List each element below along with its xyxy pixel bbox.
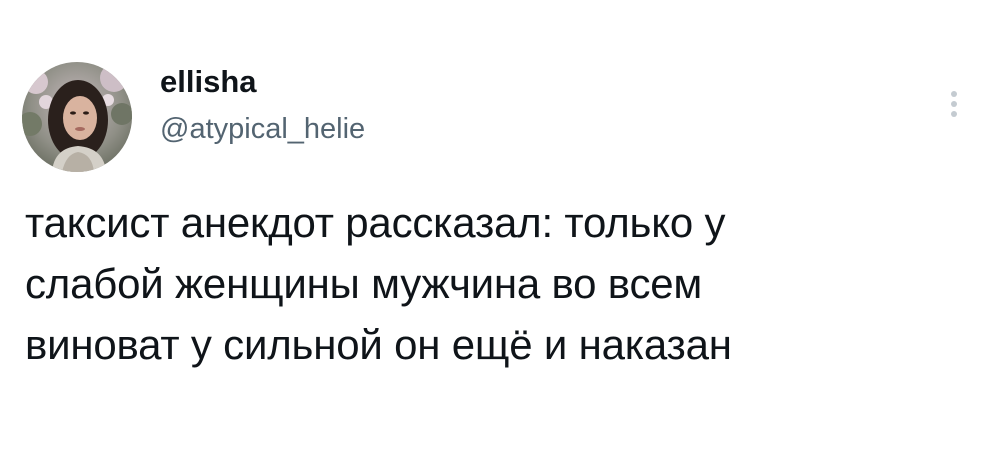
tweet-text: таксист анекдот рассказал: только у слаб… bbox=[25, 199, 732, 368]
tweet: ellisha @atypical_helie таксист анекдот … bbox=[0, 0, 1005, 475]
avatar[interactable] bbox=[22, 62, 132, 172]
display-name[interactable]: ellisha bbox=[160, 62, 257, 102]
avatar-photo-icon bbox=[22, 62, 132, 172]
user-handle[interactable]: @atypical_helie bbox=[160, 110, 365, 148]
more-vertical-icon bbox=[951, 91, 957, 117]
more-options-button[interactable] bbox=[938, 82, 970, 126]
